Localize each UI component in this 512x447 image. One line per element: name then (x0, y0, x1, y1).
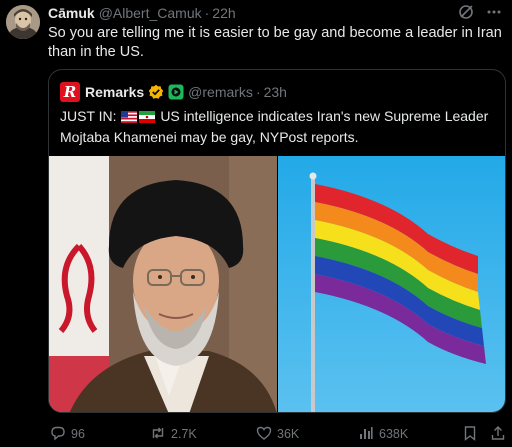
author-handle[interactable]: @Albert_Camuk (99, 5, 202, 21)
views-button[interactable]: 638K (358, 424, 408, 444)
bookmark-icon (462, 425, 478, 444)
post-time[interactable]: 22h (212, 5, 235, 21)
avatar[interactable] (6, 5, 40, 39)
separator-dot: · (255, 84, 261, 100)
avatar-image (6, 5, 40, 39)
separator-dot: · (204, 5, 210, 21)
share-button[interactable] (490, 424, 506, 444)
photo-cleric[interactable] (49, 156, 277, 412)
share-icon (490, 425, 506, 444)
quoted-post-time: 23h (263, 84, 287, 100)
repost-count: 2.7K (171, 427, 197, 441)
us-flag-icon (121, 109, 138, 128)
reply-button[interactable]: 96 (50, 424, 85, 444)
quoted-post[interactable]: R Remarks @remarks · 23h JUST IN: US int… (48, 69, 506, 413)
views-icon (358, 425, 374, 444)
grok-icon[interactable] (458, 4, 474, 23)
verified-badge-icon (148, 84, 164, 100)
quoted-post-text: JUST IN: US intelligence indicates Iran'… (60, 107, 500, 147)
header-actions (458, 4, 502, 23)
quoted-text-prefix: JUST IN: (60, 108, 117, 124)
more-icon[interactable] (486, 4, 502, 23)
bookmark-button[interactable] (462, 424, 478, 444)
photo-cleric-image (49, 156, 277, 412)
photo-rainbow-flag-image (278, 156, 505, 412)
quoted-author-handle: @remarks (188, 84, 253, 100)
iran-flag-icon (139, 109, 156, 128)
quoted-post-header: R Remarks @remarks · 23h (60, 82, 287, 102)
reply-icon (50, 425, 66, 444)
repost-icon (150, 425, 166, 444)
author-name[interactable]: Cāmuk (48, 5, 95, 21)
views-count: 638K (379, 427, 409, 441)
photo-rainbow-flag[interactable] (278, 156, 505, 412)
like-count: 36K (277, 427, 300, 441)
action-bar: 96 2.7K 36K 638K (48, 424, 510, 444)
quoted-author-name: Remarks (85, 84, 145, 100)
repost-button[interactable]: 2.7K (150, 424, 197, 444)
post-text: So you are telling me it is easier to be… (48, 25, 502, 60)
like-button[interactable]: 36K (256, 424, 299, 444)
affiliate-badge-icon (168, 84, 184, 100)
remarks-logo: R (60, 82, 80, 102)
post-header: Cāmuk @Albert_Camuk · 22h (48, 4, 502, 22)
like-icon (256, 425, 272, 444)
reply-count: 96 (71, 427, 85, 441)
